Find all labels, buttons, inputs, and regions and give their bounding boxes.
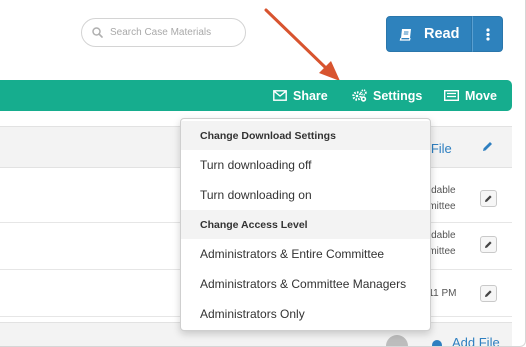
read-button[interactable]: Read	[386, 16, 472, 52]
share-button[interactable]: Share	[273, 80, 328, 111]
search-placeholder: Search Case Materials	[110, 27, 212, 38]
settings-label: Settings	[373, 88, 423, 103]
edit-button[interactable]	[480, 190, 497, 207]
menu-header-access: Change Access Level	[181, 210, 430, 239]
gears-icon	[352, 89, 367, 102]
search-icon	[92, 27, 103, 38]
move-button[interactable]: Move	[444, 80, 497, 111]
actions-toolbar: Share Settings Move	[0, 80, 512, 111]
read-button-label: Read	[424, 26, 460, 42]
menu-item-admins-entire-committee[interactable]: Administrators & Entire Committee	[181, 239, 430, 269]
annotation-arrow-icon	[264, 8, 340, 81]
move-label: Move	[465, 88, 497, 103]
menu-item-admins-committee-managers[interactable]: Administrators & Committee Managers	[181, 269, 430, 299]
menu-header-download: Change Download Settings	[181, 121, 430, 150]
menu-item-turn-downloading-off[interactable]: Turn downloading off	[181, 150, 430, 180]
settings-dropdown-menu: Change Download Settings Turn downloadin…	[180, 118, 431, 331]
vertical-dots-icon	[485, 27, 490, 41]
envelope-icon	[273, 90, 287, 101]
pencil-icon	[485, 290, 492, 297]
pencil-icon[interactable]	[481, 140, 494, 153]
book-icon	[399, 28, 411, 41]
share-label: Share	[293, 88, 328, 103]
add-circle-icon	[432, 340, 442, 346]
edit-button[interactable]	[480, 236, 497, 253]
search-field[interactable]: Search Case Materials	[81, 18, 246, 47]
menu-item-turn-downloading-on[interactable]: Turn downloading on	[181, 180, 430, 210]
menu-item-admins-only[interactable]: Administrators Only	[181, 299, 430, 329]
move-icon	[444, 90, 459, 101]
edit-button[interactable]	[480, 285, 497, 302]
pencil-icon	[485, 241, 492, 248]
add-file-link[interactable]: Add File	[452, 335, 500, 346]
settings-button[interactable]: Settings	[352, 80, 422, 111]
pencil-icon	[485, 195, 492, 202]
more-options-button[interactable]	[472, 16, 503, 52]
app-frame: Search Case Materials Read Share Setting…	[0, 0, 526, 347]
